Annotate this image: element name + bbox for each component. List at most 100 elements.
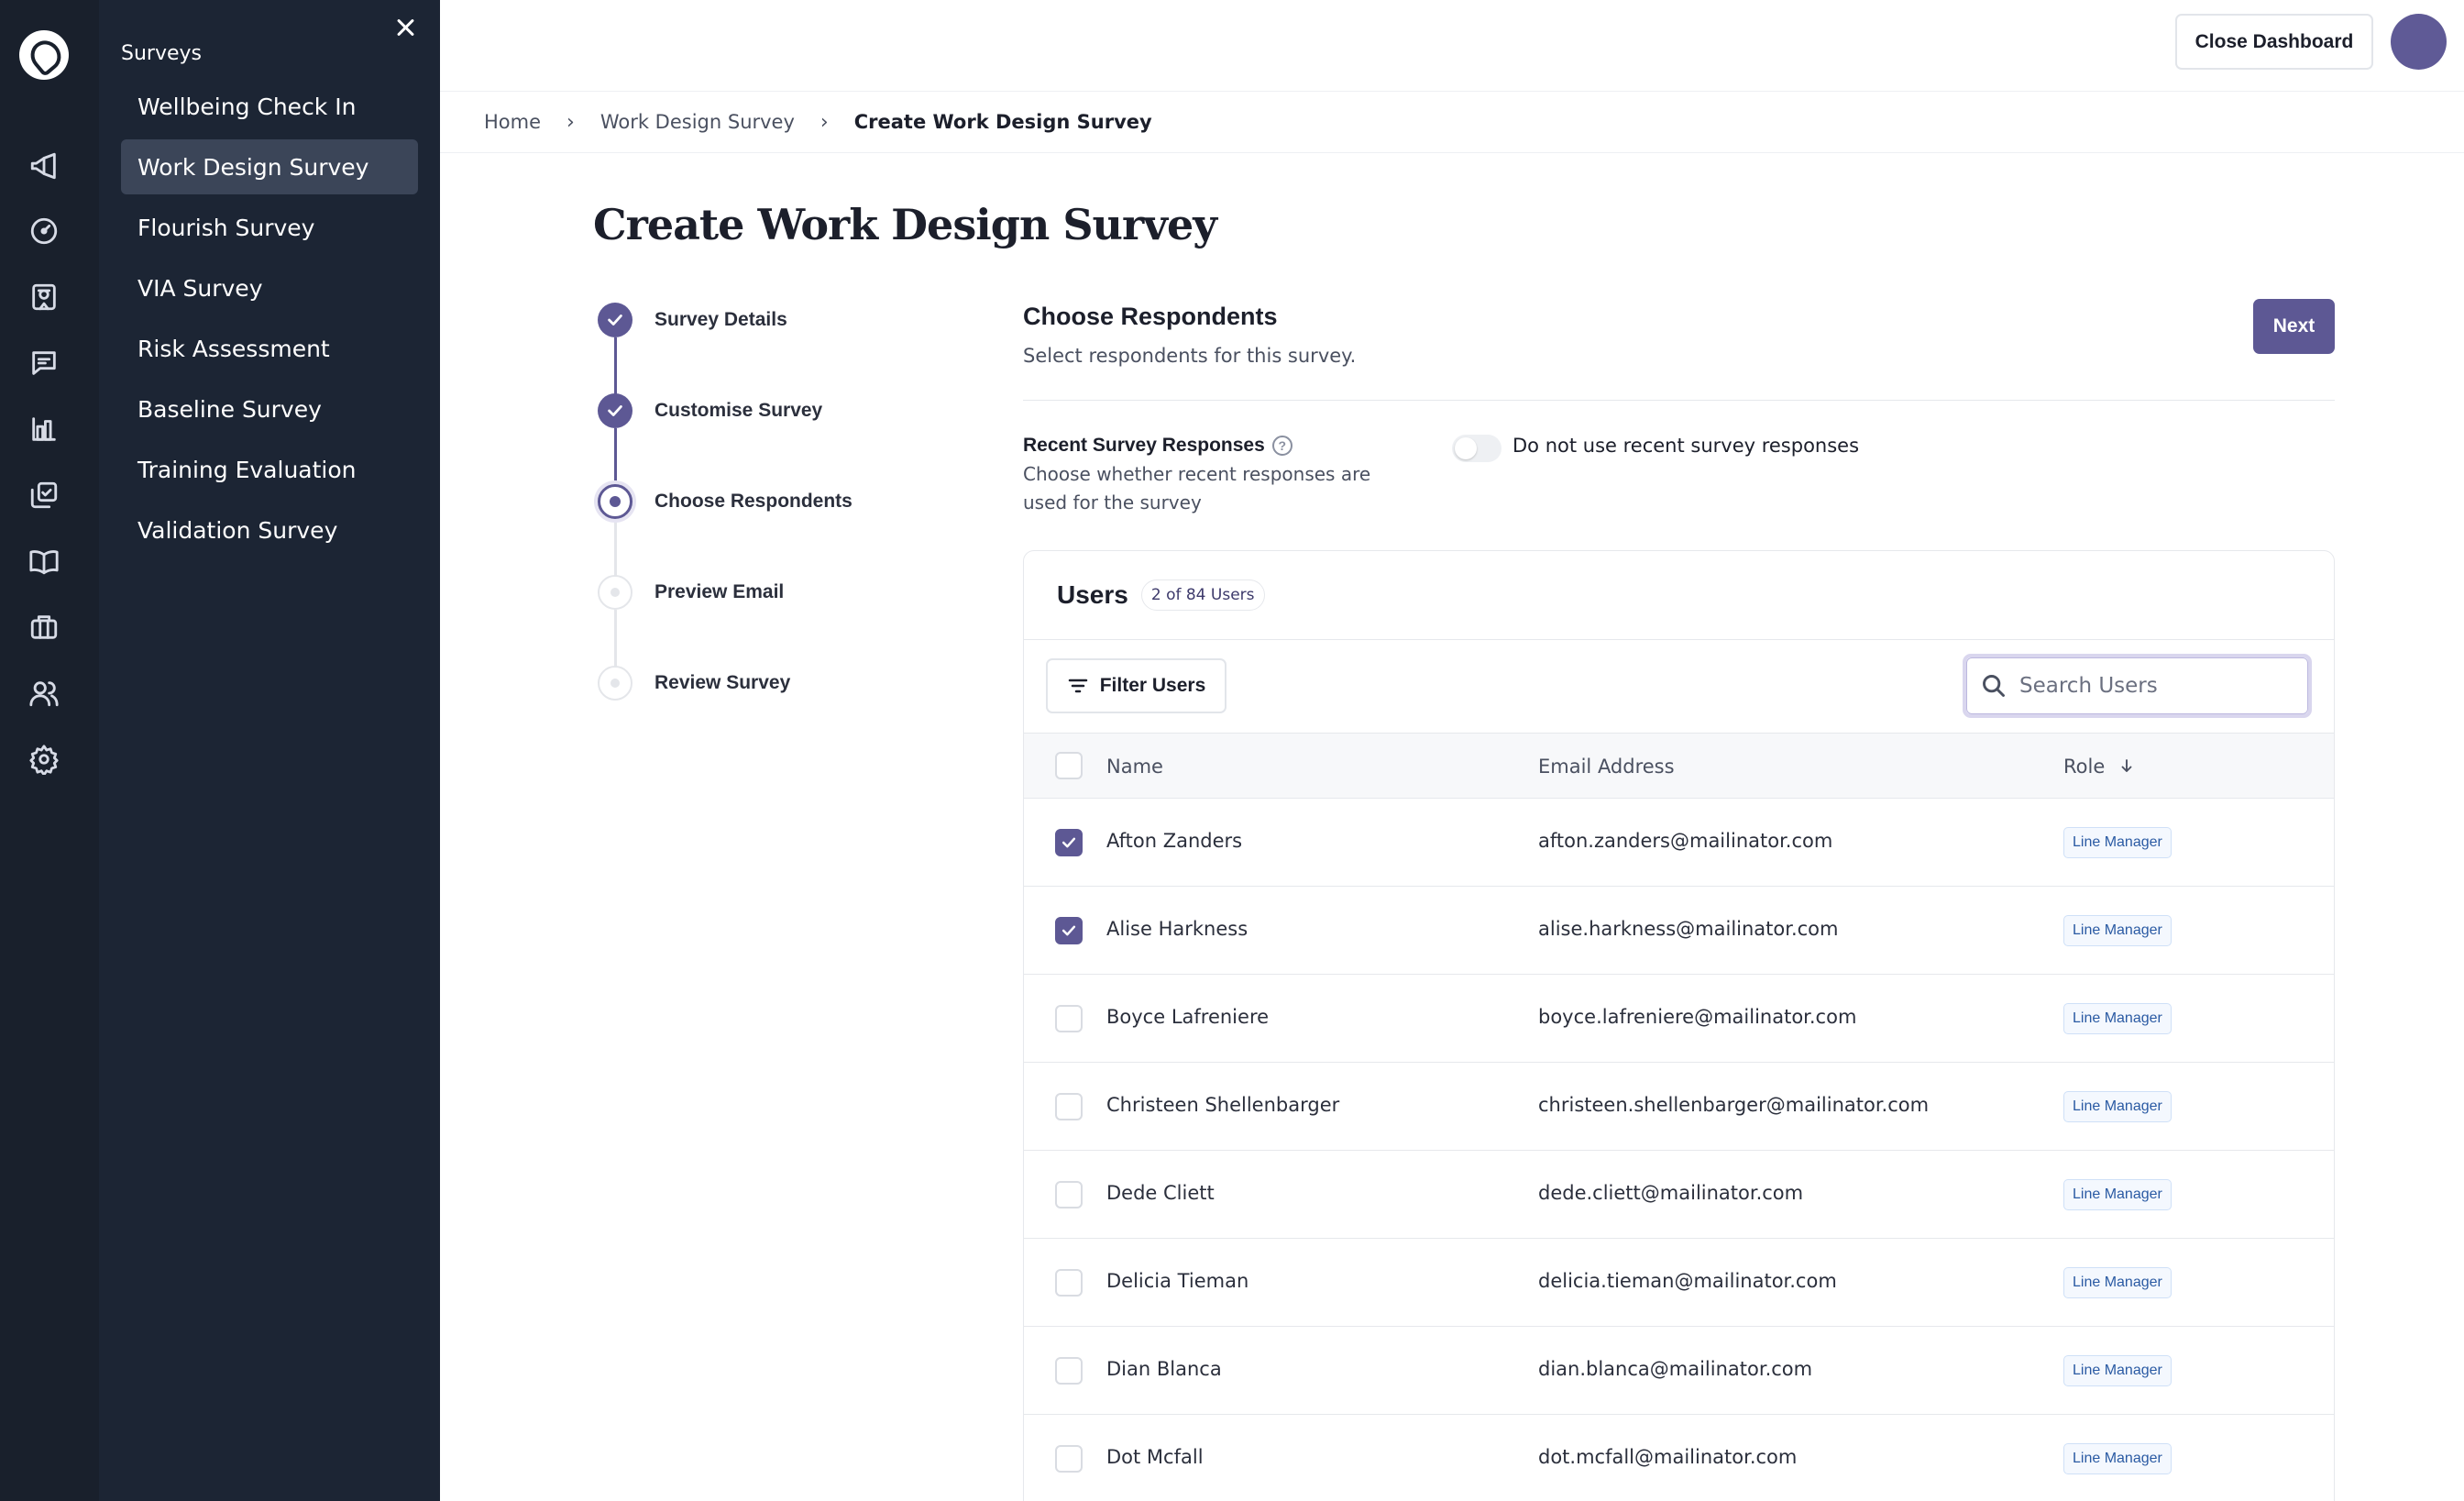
role-badge: Line Manager [2063,1091,2172,1122]
step-label: Choose Respondents [654,491,852,512]
cell-email: boyce.lafreniere@mailinator.com [1538,1006,1857,1028]
step-preview-email[interactable]: Preview Email [598,575,784,610]
cell-email: dede.cliett@mailinator.com [1538,1182,1804,1204]
select-all-checkbox[interactable] [1055,752,1083,779]
sidebar-item-work-design-survey[interactable]: Work Design Survey [121,139,418,194]
gauge-icon[interactable] [28,215,60,248]
megaphone-icon[interactable] [28,149,60,182]
users-icon[interactable] [28,677,60,710]
role-badge: Line Manager [2063,1355,2172,1386]
step-connector [614,519,617,576]
sidebar-item-flourish-survey[interactable]: Flourish Survey [121,200,418,255]
checklist-icon[interactable] [28,479,60,512]
table-row[interactable]: Boyce Lafreniere boyce.lafreniere@mailin… [1024,975,2334,1063]
table-row[interactable]: Afton Zanders afton.zanders@mailinator.c… [1024,799,2334,887]
row-checkbox[interactable] [1055,1181,1083,1209]
sidebar-item-baseline-survey[interactable]: Baseline Survey [121,381,418,436]
table-row[interactable]: Dot Mcfall dot.mcfall@mailinator.com Lin… [1024,1415,2334,1501]
chat-icon[interactable] [28,347,60,380]
top-bar: Close Dashboard [440,0,2464,92]
breadcrumb-home[interactable]: Home [484,111,541,133]
table-row[interactable]: Delicia Tieman delicia.tieman@mailinator… [1024,1239,2334,1327]
step-review-survey[interactable]: Review Survey [598,666,790,701]
sidebar-item-training-evaluation[interactable]: Training Evaluation [121,442,418,497]
step-label: Preview Email [654,581,785,602]
pending-step-icon [598,666,632,701]
cell-email: christeen.shellenbarger@mailinator.com [1538,1094,1930,1116]
step-label: Customise Survey [654,400,823,421]
users-count-badge: 2 of 84 Users [1140,579,1265,611]
page-title: Create Work Design Survey [593,200,1217,249]
certificate-icon[interactable] [28,281,60,314]
cell-name: Dian Blanca [1106,1358,1222,1380]
current-step-icon [598,484,632,519]
close-icon[interactable] [392,15,418,40]
bar-chart-icon[interactable] [28,413,60,446]
sidebar-item-risk-assessment[interactable]: Risk Assessment [121,321,418,376]
briefcase-icon[interactable] [28,611,60,644]
step-survey-details[interactable]: Survey Details [598,303,787,337]
table-row[interactable]: Christeen Shellenbarger christeen.shelle… [1024,1063,2334,1151]
nav-section-title: Surveys [121,42,202,65]
row-checkbox[interactable] [1055,829,1083,856]
avatar[interactable] [2391,14,2447,70]
cell-name: Delicia Tieman [1106,1270,1249,1292]
table-row[interactable]: Dian Blanca dian.blanca@mailinator.com L… [1024,1327,2334,1415]
role-badge: Line Manager [2063,1179,2172,1210]
row-checkbox[interactable] [1055,1269,1083,1297]
role-badge: Line Manager [2063,1443,2172,1474]
row-checkbox[interactable] [1055,1005,1083,1032]
step-customise-survey[interactable]: Customise Survey [598,393,822,428]
cell-email: alise.harkness@mailinator.com [1538,918,1839,940]
search-box [1963,654,2312,718]
cell-name: Alise Harkness [1106,918,1248,940]
search-icon [1983,675,2005,697]
filter-icon [1068,679,1087,693]
row-checkbox[interactable] [1055,1357,1083,1385]
recent-responses-description: Choose whether recent responses are used… [1023,463,1371,513]
role-badge: Line Manager [2063,827,2172,858]
row-checkbox[interactable] [1055,1445,1083,1473]
app-logo-icon[interactable] [19,30,69,80]
table-row[interactable]: Dede Cliett dede.cliett@mailinator.com L… [1024,1151,2334,1239]
row-checkbox[interactable] [1055,917,1083,944]
row-checkbox[interactable] [1055,1093,1083,1120]
recent-responses-label: Recent Survey Responses ? [1023,435,1292,457]
close-dashboard-button[interactable]: Close Dashboard [2175,14,2373,70]
chevron-right-icon: › [566,110,575,134]
sidebar-item-validation-survey[interactable]: Validation Survey [121,502,418,557]
breadcrumb-work-design-survey[interactable]: Work Design Survey [600,111,795,133]
chevron-right-icon: › [820,110,829,134]
cell-name: Boyce Lafreniere [1106,1006,1270,1028]
users-title: Users [1057,580,1128,609]
step-choose-respondents[interactable]: Choose Respondents [598,484,852,519]
recent-responses-title: Recent Survey Responses [1023,435,1265,456]
check-icon [598,303,632,337]
cell-email: afton.zanders@mailinator.com [1538,830,1833,852]
table-header: Name Email Address Role [1024,733,2334,799]
next-button[interactable]: Next [2253,299,2335,354]
book-icon[interactable] [28,545,60,578]
filter-users-button[interactable]: Filter Users [1046,658,1226,713]
divider [1023,400,2335,401]
column-header-role-label: Role [2063,756,2106,778]
users-header: Users 2 of 84 Users [1024,551,2334,640]
table-row[interactable]: Alise Harkness alise.harkness@mailinator… [1024,887,2334,975]
breadcrumb: Home › Work Design Survey › Create Work … [440,92,2464,153]
help-icon[interactable]: ? [1271,436,1292,456]
step-label: Survey Details [654,309,787,330]
column-header-name[interactable]: Name [1106,756,1163,778]
check-icon [598,393,632,428]
search-input[interactable] [2019,674,2294,698]
recent-responses-toggle[interactable] [1452,435,1502,462]
role-badge: Line Manager [2063,915,2172,946]
column-header-role[interactable]: Role [2063,756,2135,778]
step-connector [614,428,617,485]
users-card: Users 2 of 84 Users Filter Users Name Em… [1023,550,2335,1501]
sidebar-item-via-survey[interactable]: VIA Survey [121,260,418,315]
settings-icon[interactable] [28,743,60,776]
column-header-email[interactable]: Email Address [1538,756,1675,778]
role-badge: Line Manager [2063,1267,2172,1298]
breadcrumb-current: Create Work Design Survey [853,111,1152,133]
sidebar-item-wellbeing-check-in[interactable]: Wellbeing Check In [121,79,418,134]
